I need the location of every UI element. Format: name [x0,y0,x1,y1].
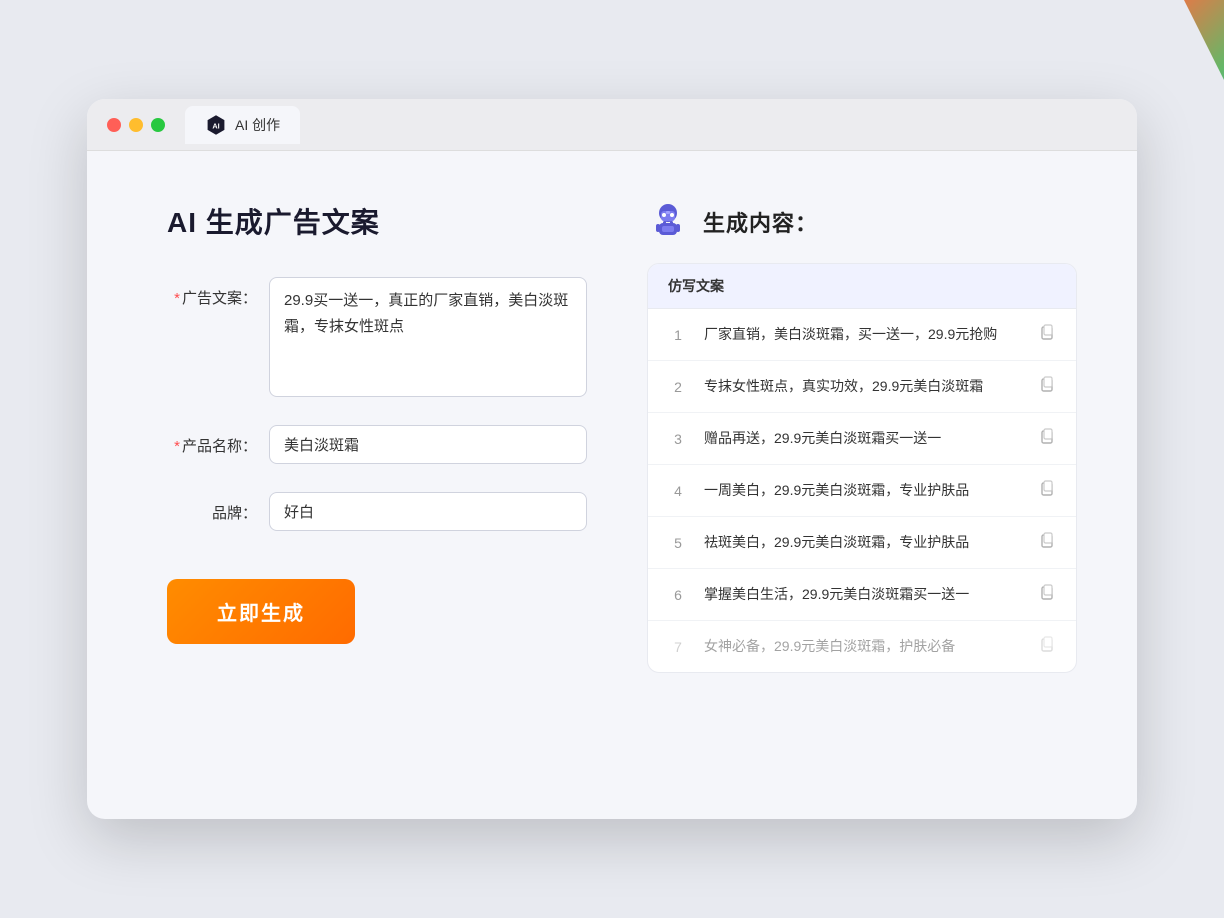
tab-label: AI 创作 [235,115,280,135]
row-text: 女神必备，29.9元美白淡斑霜，护肤必备 [704,636,1022,657]
brand-group: 品牌： [167,492,587,531]
table-row: 1 厂家直销，美白淡斑霜，买一送一，29.9元抢购 [648,309,1076,361]
row-number: 4 [668,483,688,499]
ad-copy-label: 广告文案： [167,277,257,308]
browser-window: AI AI 创作 AI 生成广告文案 广告文案： 产品名称： 品牌： [87,99,1137,819]
row-text: 厂家直销，美白淡斑霜，买一送一，29.9元抢购 [704,324,1022,345]
row-text: 祛斑美白，29.9元美白淡斑霜，专业护肤品 [704,532,1022,553]
left-panel: AI 生成广告文案 广告文案： 产品名称： 品牌： 立即生成 [167,201,587,761]
copy-button[interactable] [1038,635,1056,658]
browser-chrome: AI AI 创作 [87,99,1137,151]
right-panel: 生成内容： 仿写文案 1 厂家直销，美白淡斑霜，买一送一，29.9元抢购 2 专抹女性… [647,201,1077,761]
brand-input[interactable] [269,492,587,531]
row-number: 7 [668,639,688,655]
brand-label: 品牌： [167,492,257,523]
copy-button[interactable] [1038,531,1056,554]
window-buttons [107,118,165,132]
product-name-label: 产品名称： [167,425,257,456]
table-row: 7 女神必备，29.9元美白淡斑霜，护肤必备 [648,621,1076,672]
result-title: 生成内容： [703,206,818,238]
copy-button[interactable] [1038,479,1056,502]
copy-button[interactable] [1038,323,1056,346]
copy-button[interactable] [1038,375,1056,398]
row-number: 2 [668,379,688,395]
tab-ai-creation[interactable]: AI AI 创作 [185,106,300,144]
ad-copy-input[interactable] [269,277,587,397]
result-header: 生成内容： [647,201,1077,243]
copy-button[interactable] [1038,583,1056,606]
table-row: 6 掌握美白生活，29.9元美白淡斑霜买一送一 [648,569,1076,621]
copy-button[interactable] [1038,427,1056,450]
row-number: 6 [668,587,688,603]
table-row: 5 祛斑美白，29.9元美白淡斑霜，专业护肤品 [648,517,1076,569]
row-number: 5 [668,535,688,551]
robot-icon [647,201,689,243]
ai-tab-icon: AI [205,114,227,136]
row-text: 赠品再送，29.9元美白淡斑霜买一送一 [704,428,1022,449]
table-row: 3 赠品再送，29.9元美白淡斑霜买一送一 [648,413,1076,465]
row-number: 1 [668,327,688,343]
row-text: 掌握美白生活，29.9元美白淡斑霜买一送一 [704,584,1022,605]
main-content: AI 生成广告文案 广告文案： 产品名称： 品牌： 立即生成 [87,151,1137,811]
row-text: 专抹女性斑点，真实功效，29.9元美白淡斑霜 [704,376,1022,397]
close-button[interactable] [107,118,121,132]
table-row: 4 一周美白，29.9元美白淡斑霜，专业护肤品 [648,465,1076,517]
table-row: 2 专抹女性斑点，真实功效，29.9元美白淡斑霜 [648,361,1076,413]
product-name-input[interactable] [269,425,587,464]
maximize-button[interactable] [151,118,165,132]
svg-text:AI: AI [212,121,219,130]
result-table-header: 仿写文案 [648,264,1076,309]
generate-button[interactable]: 立即生成 [167,579,355,644]
ad-copy-group: 广告文案： [167,277,587,397]
row-number: 3 [668,431,688,447]
result-table: 仿写文案 1 厂家直销，美白淡斑霜，买一送一，29.9元抢购 2 专抹女性斑点，真实功… [647,263,1077,673]
page-title: AI 生成广告文案 [167,201,587,241]
result-rows-container: 1 厂家直销，美白淡斑霜，买一送一，29.9元抢购 2 专抹女性斑点，真实功效，29.… [648,309,1076,672]
minimize-button[interactable] [129,118,143,132]
product-name-group: 产品名称： [167,425,587,464]
row-text: 一周美白，29.9元美白淡斑霜，专业护肤品 [704,480,1022,501]
